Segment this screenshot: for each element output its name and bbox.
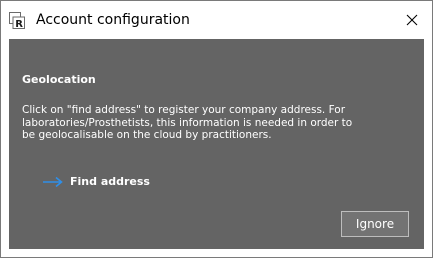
description-line: laboratories/Prosthetists, this informat… <box>22 116 353 129</box>
svg-text:R: R <box>15 19 23 29</box>
app-r-icon: R <box>9 12 25 29</box>
ignore-button[interactable]: Ignore <box>341 211 409 237</box>
arrow-right-icon <box>42 176 64 188</box>
description-text: Click on "find address" to register your… <box>22 104 414 142</box>
close-button[interactable] <box>392 1 432 39</box>
account-configuration-dialog: R Account configuration Geolocation Clic… <box>0 0 433 258</box>
close-icon <box>406 14 418 26</box>
section-heading: Geolocation <box>22 73 96 86</box>
find-address-label: Find address <box>70 175 150 188</box>
content-panel: Geolocation Click on "find address" to r… <box>9 39 424 249</box>
description-line: Click on "find address" to register your… <box>22 104 346 116</box>
find-address-link[interactable]: Find address <box>22 173 150 191</box>
description-line: be geolocalisable on the cloud by practi… <box>22 129 272 141</box>
title-bar[interactable]: R Account configuration <box>1 1 432 39</box>
window-title: Account configuration <box>36 12 190 28</box>
